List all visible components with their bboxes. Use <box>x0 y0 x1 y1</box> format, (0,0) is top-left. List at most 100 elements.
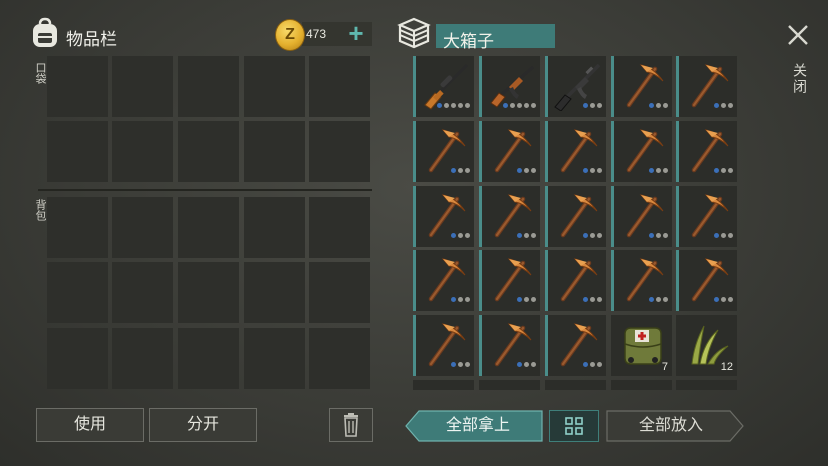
backpack-slot[interactable] <box>47 197 108 258</box>
trash-button[interactable] <box>329 408 373 442</box>
durability-dots <box>647 95 668 113</box>
trash-icon <box>344 413 358 437</box>
chest-slot[interactable]: 7 <box>611 315 672 376</box>
durability-dots <box>449 354 470 372</box>
backpack-slot[interactable] <box>112 197 173 258</box>
put-all-button[interactable]: 全部放入 <box>606 410 744 442</box>
put-all-label: 全部放入 <box>638 417 703 434</box>
backpack-slot[interactable] <box>47 262 108 323</box>
chest-title: 大箱子 <box>443 32 494 51</box>
backpack-slot[interactable] <box>178 262 239 323</box>
backpack-slot[interactable] <box>178 197 239 258</box>
durability-dots <box>647 225 668 243</box>
chest-slot[interactable]: 12 <box>676 315 737 376</box>
add-currency-button[interactable]: + <box>345 20 367 46</box>
chest-slot[interactable] <box>413 315 474 376</box>
close-button[interactable] <box>787 24 809 46</box>
chest-icon <box>397 16 431 50</box>
pocket-slot[interactable] <box>244 121 305 182</box>
take-all-label: 全部拿上 <box>445 417 510 434</box>
chest-slot[interactable] <box>676 186 737 247</box>
durability-dots <box>515 354 536 372</box>
chest-slot[interactable] <box>676 56 737 117</box>
chest-slot-partial <box>413 380 474 390</box>
chest-slot[interactable] <box>545 186 606 247</box>
grid-layout-button[interactable] <box>549 410 599 442</box>
close-label[interactable]: 关闭 <box>790 63 810 95</box>
item-quantity: 12 <box>720 361 733 373</box>
chest-slot[interactable] <box>479 186 540 247</box>
backpack-slot[interactable] <box>47 328 108 389</box>
backpack-slot[interactable] <box>112 328 173 389</box>
backpack-slot[interactable] <box>244 262 305 323</box>
backpack-slot[interactable] <box>309 328 370 389</box>
pocket-slot[interactable] <box>309 121 370 182</box>
durability-dots <box>515 225 536 243</box>
pocket-slot[interactable] <box>244 56 305 117</box>
chest-slot[interactable] <box>676 250 737 311</box>
durability-dots <box>581 225 602 243</box>
take-all-button[interactable]: 全部拿上 <box>405 410 543 442</box>
coin-amount: 473 <box>306 27 327 41</box>
chest-slot-partial <box>611 380 672 390</box>
pocket-slot[interactable] <box>47 121 108 182</box>
pocket-slot[interactable] <box>112 56 173 117</box>
durability-dots <box>515 289 536 307</box>
durability-dots <box>515 160 536 178</box>
chest-slot-partial <box>545 380 606 390</box>
chest-slot[interactable] <box>479 56 540 117</box>
durability-dots <box>712 289 733 307</box>
backpack-slot[interactable] <box>178 328 239 389</box>
durability-dots <box>449 225 470 243</box>
chest-slot[interactable] <box>413 186 474 247</box>
grid-layout-icon <box>565 417 583 435</box>
pocket-slot[interactable] <box>112 121 173 182</box>
chest-slot[interactable] <box>479 315 540 376</box>
chest-slot[interactable] <box>611 56 672 117</box>
backpack-slot[interactable] <box>112 262 173 323</box>
chest-slot[interactable] <box>545 56 606 117</box>
backpack-section-label: 背包 <box>34 199 46 221</box>
chest-slot-partial <box>479 380 540 390</box>
chest-slot[interactable] <box>413 250 474 311</box>
durability-dots <box>435 95 470 113</box>
backpack-slot[interactable] <box>309 197 370 258</box>
durability-dots <box>647 160 668 178</box>
chest-slot[interactable] <box>611 186 672 247</box>
chest-slot[interactable] <box>413 56 474 117</box>
item-quantity: 7 <box>661 361 668 373</box>
durability-dots <box>712 225 733 243</box>
chest-slot[interactable] <box>611 121 672 182</box>
use-button[interactable]: 使用 <box>36 408 144 442</box>
durability-dots <box>712 160 733 178</box>
chest-slot[interactable] <box>479 121 540 182</box>
durability-dots <box>647 289 668 307</box>
durability-dots <box>581 289 602 307</box>
chest-slot[interactable] <box>676 121 737 182</box>
close-icon <box>788 25 808 45</box>
durability-dots <box>581 95 602 113</box>
durability-dots <box>581 160 602 178</box>
chest-slot[interactable] <box>545 315 606 376</box>
backpack-slot[interactable] <box>244 197 305 258</box>
split-button[interactable]: 分开 <box>149 408 257 442</box>
chest-slot[interactable] <box>479 250 540 311</box>
pocket-slot[interactable] <box>47 56 108 117</box>
pocket-slot[interactable] <box>178 56 239 117</box>
section-divider <box>38 189 372 191</box>
backpack-icon <box>30 17 60 49</box>
durability-dots <box>501 95 536 113</box>
pocket-slot[interactable] <box>309 56 370 117</box>
backpack-slot[interactable] <box>244 328 305 389</box>
chest-slot[interactable] <box>545 121 606 182</box>
chest-slot[interactable] <box>413 121 474 182</box>
chest-slot[interactable] <box>545 250 606 311</box>
coin-icon: Z <box>275 19 305 51</box>
chest-slot[interactable] <box>611 250 672 311</box>
backpack-slot[interactable] <box>309 262 370 323</box>
inventory-title: 物品栏 <box>66 30 117 49</box>
pocket-slot[interactable] <box>178 121 239 182</box>
chest-slot-partial <box>676 380 737 390</box>
durability-dots <box>581 354 602 372</box>
durability-dots <box>449 160 470 178</box>
